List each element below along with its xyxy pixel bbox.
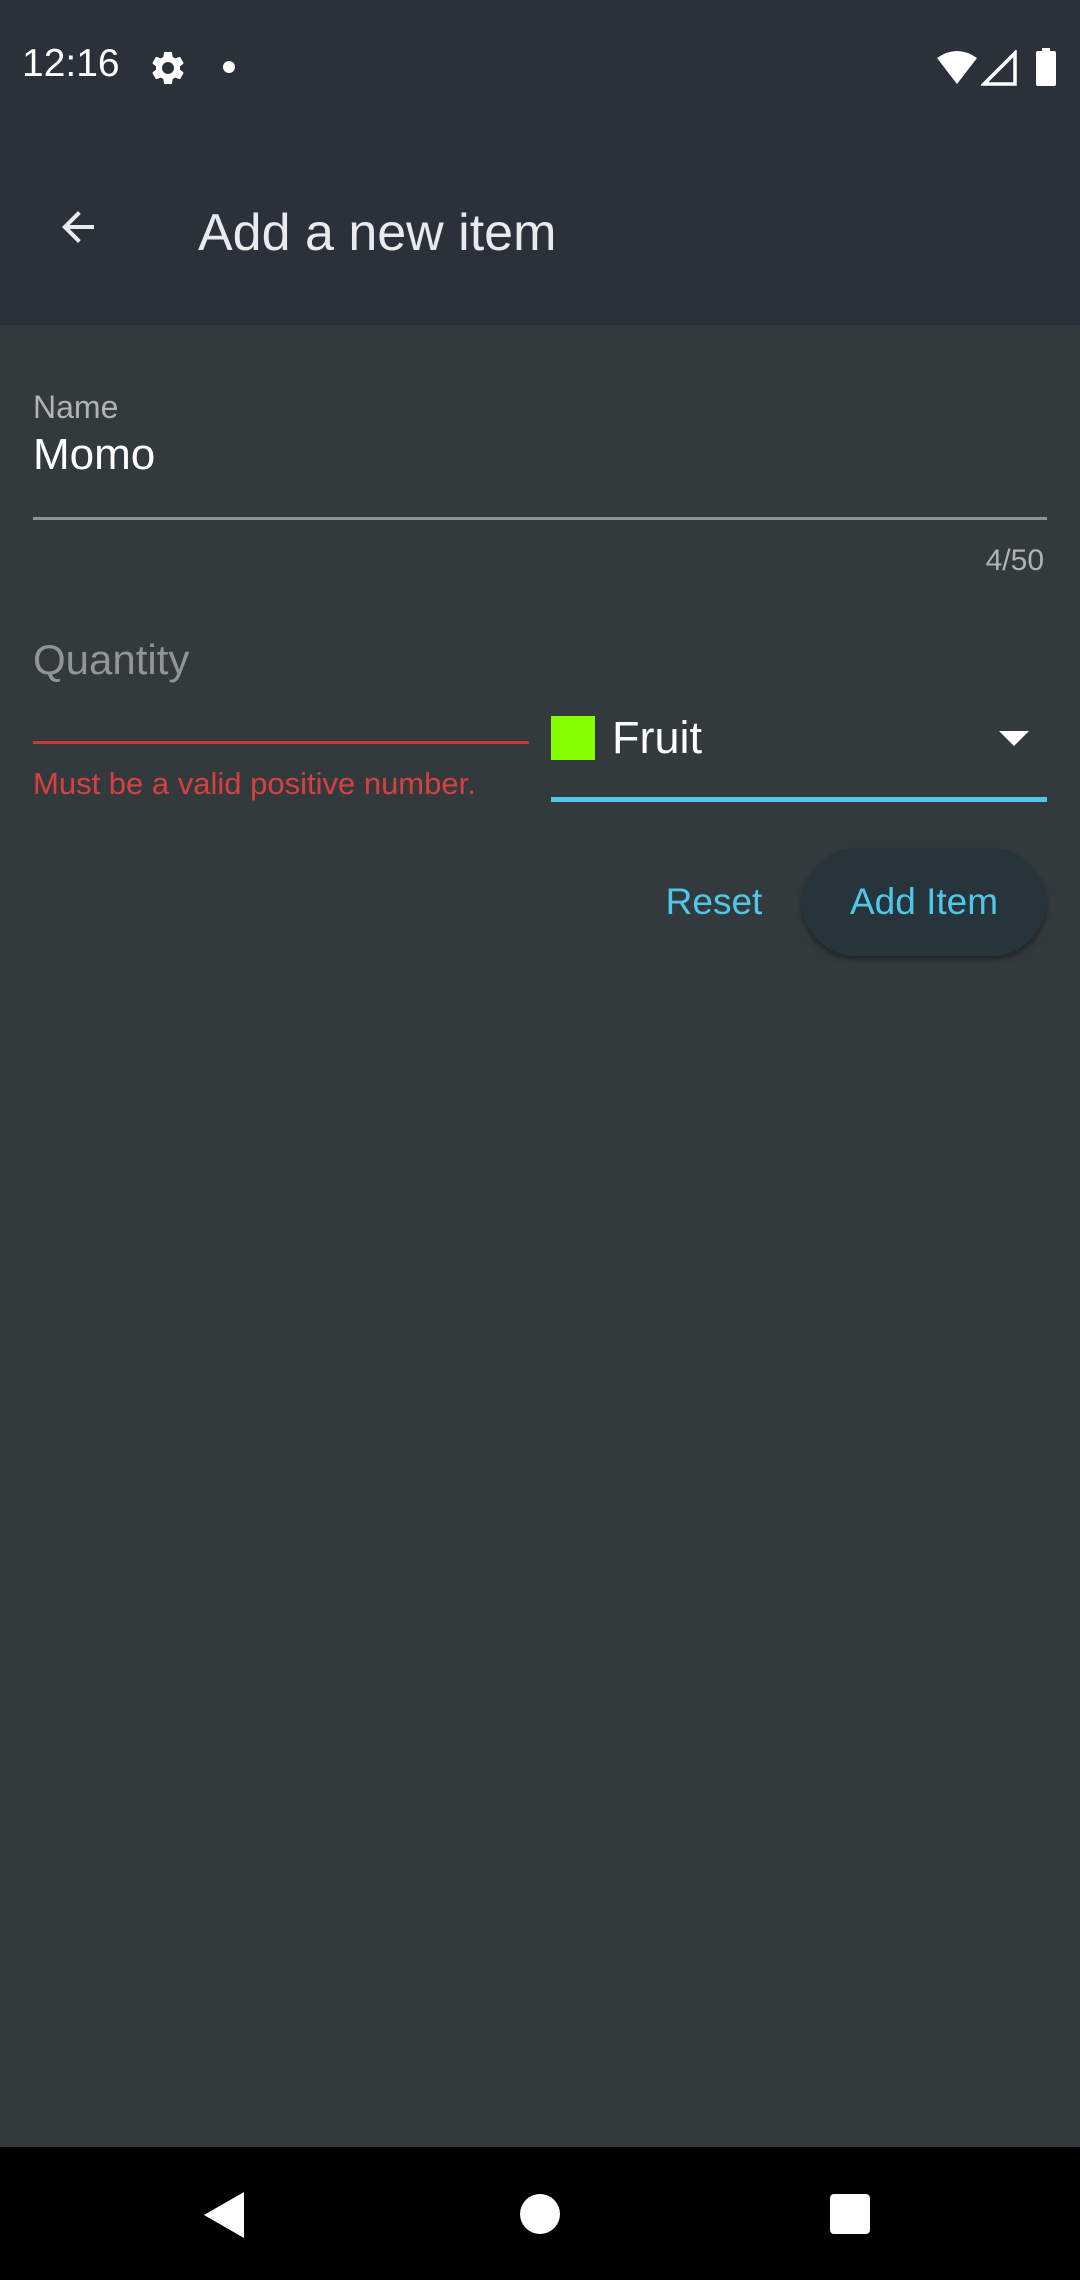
- name-field-underline: [33, 517, 1047, 520]
- add-item-button[interactable]: Add Item: [802, 848, 1046, 956]
- nav-home-icon[interactable]: [520, 2194, 560, 2234]
- nav-back-icon[interactable]: [204, 2192, 248, 2238]
- reset-button[interactable]: Reset: [644, 866, 784, 938]
- quantity-input[interactable]: [33, 690, 527, 740]
- status-time: 12:16: [22, 42, 120, 85]
- app-bar: Add a new item: [0, 135, 1080, 325]
- category-selected-label: Fruit: [612, 712, 702, 763]
- quantity-error-text: Must be a valid positive number.: [33, 766, 476, 801]
- wifi-icon: [937, 51, 977, 84]
- name-input[interactable]: Momo: [33, 430, 1045, 480]
- category-dropdown-underline: [551, 797, 1047, 802]
- quantity-field-label: Quantity: [33, 636, 190, 683]
- gear-icon: [152, 51, 184, 84]
- notification-dot-icon: [223, 61, 235, 73]
- signal-icon: [981, 50, 1017, 86]
- battery-icon: [1036, 48, 1056, 86]
- arrow-back-icon: [62, 211, 94, 243]
- name-character-counter: 4/50: [985, 544, 1044, 577]
- nav-recents-icon[interactable]: [830, 2194, 870, 2234]
- back-button[interactable]: [40, 189, 116, 265]
- dropdown-arrow-icon: [999, 731, 1029, 746]
- page-title: Add a new item: [198, 204, 557, 262]
- category-dropdown[interactable]: Fruit: [551, 700, 1047, 802]
- screen: 12:16 Add a new item Name Momo 4/50 Quan…: [0, 0, 1080, 2280]
- status-bar: 12:16: [0, 0, 1080, 135]
- name-field-label: Name: [33, 389, 119, 425]
- quantity-field-underline: [33, 741, 529, 744]
- navigation-bar: [0, 2147, 1080, 2280]
- category-color-swatch: [551, 716, 595, 760]
